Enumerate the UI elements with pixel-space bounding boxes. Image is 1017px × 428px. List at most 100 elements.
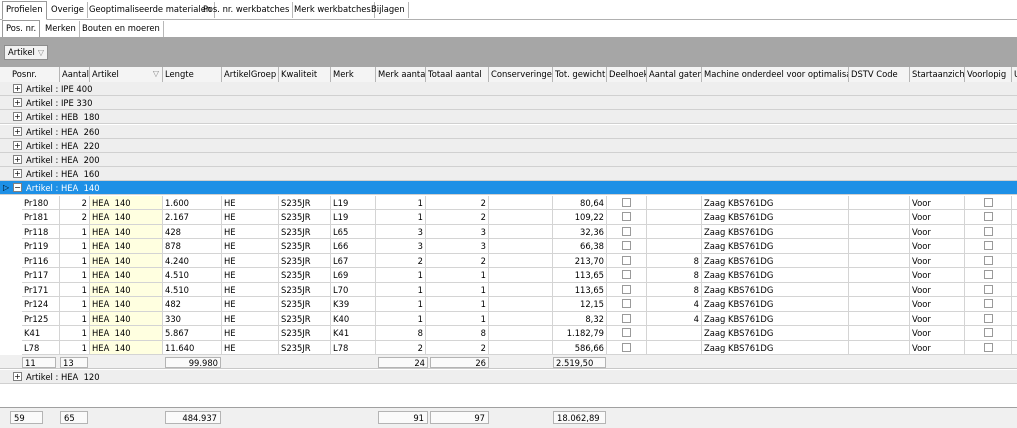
checkbox[interactable]	[622, 226, 631, 236]
cell-aantal[interactable]: 1	[60, 311, 90, 327]
cell-deelhoek[interactable]	[607, 210, 647, 225]
cell-merk-aantal[interactable]: 8	[376, 326, 426, 341]
cell-voorlopig[interactable]	[965, 224, 1012, 240]
cell-artikelgroep[interactable]: HE	[222, 326, 279, 341]
cell-aantal-gaten[interactable]: 4	[647, 297, 702, 312]
checkbox[interactable]	[622, 328, 631, 338]
checkbox[interactable]	[983, 226, 993, 236]
cell-deelhoek[interactable]	[607, 195, 647, 211]
checkbox[interactable]	[622, 197, 631, 207]
cell-conserveringen[interactable]	[489, 224, 553, 240]
column-header-artikelgroep[interactable]: ArtikelGroep	[222, 67, 279, 82]
cell-u[interactable]	[1012, 225, 1017, 240]
checkbox[interactable]	[983, 270, 993, 280]
cell-artikelgroep[interactable]: HE	[222, 239, 279, 254]
cell-aantal-gaten[interactable]	[647, 210, 702, 225]
cell-tot-gewicht[interactable]: 32,36	[553, 224, 607, 240]
cell-artikel[interactable]: HEA 140	[90, 326, 163, 341]
cell-posnr[interactable]: L78	[22, 340, 60, 356]
cell-voorlopig[interactable]	[965, 195, 1012, 211]
cell-aantal-gaten[interactable]: 8	[647, 268, 702, 283]
plus-box-icon[interactable]: +	[13, 371, 22, 381]
group-by-chip-artikel[interactable]: Artikel ▽	[4, 45, 48, 60]
cell-lengte[interactable]: 4.510	[163, 282, 222, 298]
cell-u[interactable]	[1012, 341, 1017, 356]
cell-voorlopig[interactable]	[965, 340, 1012, 356]
column-header-machine-onderdeel[interactable]: Machine onderdeel voor optimalisatie	[702, 67, 849, 82]
cell-merk-aantal[interactable]: 3	[376, 224, 426, 240]
cell-dstv-code[interactable]	[849, 195, 910, 211]
cell-conserveringen[interactable]	[489, 210, 553, 225]
cell-artikel[interactable]: HEA 140	[90, 268, 163, 283]
cell-totaal-aantal[interactable]: 1	[426, 297, 489, 312]
cell-tot-gewicht[interactable]: 66,38	[553, 239, 607, 254]
cell-totaal-aantal[interactable]: 3	[426, 224, 489, 240]
cell-startaanzicht[interactable]: Voor	[910, 268, 965, 283]
cell-deelhoek[interactable]	[607, 253, 647, 269]
cell-totaal-aantal[interactable]: 2	[426, 210, 489, 225]
table-row[interactable]: Pr124 1 HEA 140 482 HE S235JR K39 1 1 12,15 4 Zaag …	[0, 297, 1017, 312]
cell-startaanzicht[interactable]: Voor	[910, 311, 965, 327]
cell-voorlopig[interactable]	[965, 239, 1012, 254]
cell-totaal-aantal[interactable]: 1	[426, 268, 489, 283]
column-header-aantal-gaten[interactable]: Aantal gaten	[647, 67, 702, 82]
cell-kwaliteit[interactable]: S235JR	[279, 195, 331, 211]
column-header-totaal-aantal[interactable]: Totaal aantal	[426, 67, 489, 82]
cell-posnr[interactable]: Pr119	[22, 239, 60, 254]
checkbox[interactable]	[983, 313, 993, 323]
cell-conserveringen[interactable]	[489, 253, 553, 269]
cell-merk[interactable]: L78	[331, 340, 376, 356]
cell-merk-aantal[interactable]: 3	[376, 239, 426, 254]
column-header-startaanzicht[interactable]: Startaanzicht	[910, 67, 965, 82]
cell-dstv-code[interactable]	[849, 326, 910, 341]
cell-artikelgroep[interactable]: HE	[222, 210, 279, 225]
cell-machine-onderdeel[interactable]: Zaag KBS761DG	[702, 224, 849, 240]
cell-totaal-aantal[interactable]: 1	[426, 311, 489, 327]
checkbox[interactable]	[983, 299, 993, 309]
cell-machine-onderdeel[interactable]: Zaag KBS761DG	[702, 253, 849, 269]
cell-conserveringen[interactable]	[489, 239, 553, 254]
group-row[interactable]: + Artikel : IPE 400	[0, 82, 1017, 96]
checkbox[interactable]	[983, 197, 993, 207]
cell-artikel[interactable]: HEA 140	[90, 253, 163, 269]
cell-posnr[interactable]: Pr171	[22, 282, 60, 298]
cell-merk[interactable]: L19	[331, 210, 376, 225]
group-row[interactable]: + Artikel : HEA 160	[0, 167, 1017, 182]
plus-box-icon[interactable]: +	[13, 84, 22, 93]
cell-lengte[interactable]: 4.240	[163, 253, 222, 269]
cell-aantal[interactable]: 1	[60, 297, 90, 312]
cell-artikel[interactable]: HEA 140	[90, 340, 163, 356]
table-row[interactable]: K41 1 HEA 140 5.867 HE S235JR K41 8 8 1.182,79 Zaa…	[0, 326, 1017, 341]
cell-machine-onderdeel[interactable]: Zaag KBS761DG	[702, 326, 849, 341]
cell-artikelgroep[interactable]: HE	[222, 224, 279, 240]
cell-posnr[interactable]: Pr118	[22, 224, 60, 240]
column-header-voorlopig[interactable]: Voorlopig	[965, 67, 1012, 82]
cell-voorlopig[interactable]	[965, 311, 1012, 327]
cell-merk[interactable]: K41	[331, 326, 376, 341]
cell-aantal[interactable]: 1	[60, 282, 90, 298]
checkbox[interactable]	[983, 284, 993, 294]
checkbox[interactable]	[622, 284, 631, 294]
tab-bijlagen[interactable]: Bijlagen	[368, 2, 409, 18]
group-row[interactable]: + Artikel : HEA 120	[0, 369, 1017, 384]
cell-merk-aantal[interactable]: 2	[376, 253, 426, 269]
cell-posnr[interactable]: K41	[22, 326, 60, 341]
cell-dstv-code[interactable]	[849, 224, 910, 240]
cell-totaal-aantal[interactable]: 8	[426, 326, 489, 341]
cell-artikelgroep[interactable]: HE	[222, 297, 279, 312]
cell-voorlopig[interactable]	[965, 297, 1012, 312]
funnel-icon[interactable]: ▽	[38, 46, 44, 59]
cell-posnr[interactable]: Pr124	[22, 297, 60, 312]
cell-lengte[interactable]: 5.867	[163, 326, 222, 341]
cell-u[interactable]	[1012, 210, 1017, 225]
checkbox[interactable]	[622, 299, 631, 309]
cell-merk-aantal[interactable]: 2	[376, 340, 426, 356]
cell-u[interactable]	[1012, 239, 1017, 254]
cell-merk[interactable]: K40	[331, 311, 376, 327]
column-header-conserveringen[interactable]: Conserveringen	[489, 67, 553, 82]
cell-merk-aantal[interactable]: 1	[376, 282, 426, 298]
cell-artikel[interactable]: HEA 140	[90, 311, 163, 327]
cell-aantal-gaten[interactable]	[647, 224, 702, 240]
cell-deelhoek[interactable]	[607, 297, 647, 312]
column-header-artikel[interactable]: Artikel ▽	[90, 67, 163, 82]
